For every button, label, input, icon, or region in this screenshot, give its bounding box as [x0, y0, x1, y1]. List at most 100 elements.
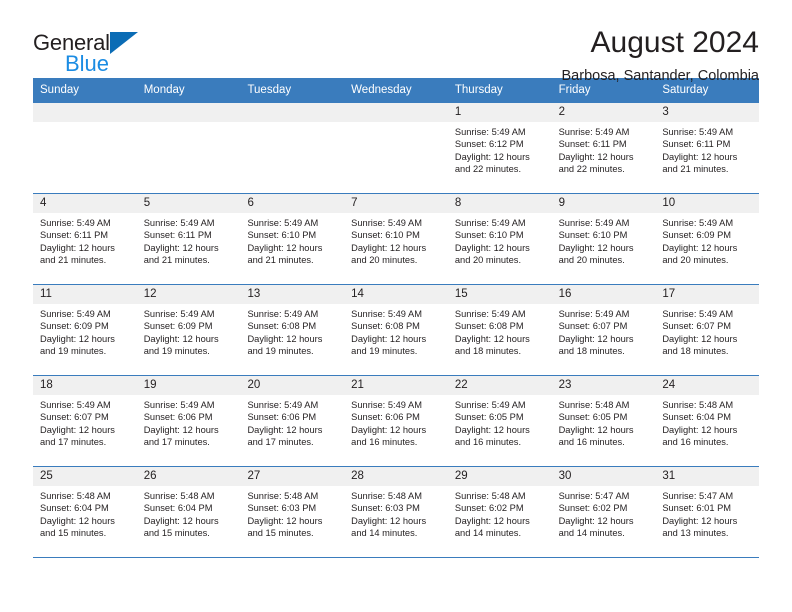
calendar-day-cell[interactable]: 21 Sunrise: 5:49 AM Sunset: 6:06 PM Dayligh…	[344, 376, 448, 466]
calendar-day-cell[interactable]: 17 Sunrise: 5:49 AM Sunset: 6:07 PM Dayligh…	[655, 285, 760, 375]
calendar-day-cell[interactable]: 28 Sunrise: 5:48 AM Sunset: 6:03 PM Dayligh…	[344, 467, 448, 557]
day-sunset-line: Sunset: 6:02 PM	[558, 503, 628, 514]
day-sun-info: Sunrise: 5:48 AM Sunset: 6:04 PM Daylight:…	[33, 486, 137, 540]
calendar-day-cell[interactable]: 19 Sunrise: 5:49 AM Sunset: 6:06 PM Dayligh…	[136, 376, 241, 466]
day-sunset-line: Sunset: 6:04 PM	[143, 503, 213, 514]
day-daylight-line: and 14 minutes.	[558, 528, 625, 539]
day-sunset-line: Sunset: 6:06 PM	[351, 412, 420, 423]
calendar-day-cell[interactable]: 27 Sunrise: 5:48 AM Sunset: 6:03 PM Dayligh…	[240, 467, 345, 557]
day-sun-info: Sunrise: 5:49 AM Sunset: 6:10 PM Daylight:…	[552, 213, 656, 267]
calendar-day-cell[interactable]: 29 Sunrise: 5:48 AM Sunset: 6:02 PM Dayligh…	[447, 467, 552, 557]
day-sunrise-line: Sunrise: 5:49 AM	[662, 127, 734, 137]
calendar-day-cell[interactable]: 14 Sunrise: 5:49 AM Sunset: 6:08 PM Dayligh…	[344, 285, 448, 375]
calendar-day-cell[interactable]: 20 Sunrise: 5:49 AM Sunset: 6:06 PM Dayligh…	[240, 376, 345, 466]
calendar-day-cell[interactable]: 2 Sunrise: 5:49 AM Sunset: 6:11 PM Daylight…	[551, 103, 656, 193]
calendar-day-cell[interactable]: 9 Sunrise: 5:49 AM Sunset: 6:10 PM Daylight…	[551, 194, 656, 284]
day-number: 24	[655, 376, 760, 395]
day-daylight-line: and 21 minutes.	[662, 164, 729, 175]
calendar-day-cell[interactable]: 26 Sunrise: 5:48 AM Sunset: 6:04 PM Dayligh…	[136, 467, 241, 557]
day-sunset-line: Sunset: 6:04 PM	[662, 412, 732, 423]
calendar-day-cell[interactable]: 13 Sunrise: 5:49 AM Sunset: 6:08 PM Dayligh…	[240, 285, 345, 375]
day-daylight-line: Daylight: 12 hours	[454, 515, 530, 526]
calendar-day-cell[interactable]: 16 Sunrise: 5:49 AM Sunset: 6:07 PM Dayligh…	[551, 285, 656, 375]
day-daylight-line: Daylight: 12 hours	[558, 333, 634, 344]
calendar-week-row: 25 Sunrise: 5:48 AM Sunset: 6:04 PM Dayligh…	[33, 466, 760, 557]
general-blue-logo[interactable]: General Blue	[33, 26, 138, 75]
calendar-day-cell[interactable]: 11 Sunrise: 5:49 AM Sunset: 6:09 PM Dayligh…	[33, 285, 137, 375]
calendar-day-cell[interactable]: 15 Sunrise: 5:49 AM Sunset: 6:08 PM Dayligh…	[447, 285, 552, 375]
calendar-day-cell[interactable]: 3 Sunrise: 5:49 AM Sunset: 6:11 PM Daylight…	[655, 103, 760, 193]
day-sunrise-line: Sunrise: 5:49 AM	[454, 218, 526, 228]
calendar-weeks: 1 Sunrise: 5:49 AM Sunset: 6:12 PM Daylight…	[33, 103, 760, 557]
day-daylight-line: and 13 minutes.	[662, 528, 729, 539]
logo-text-blue: Blue	[65, 51, 110, 76]
weekday-header-wednesday: Wednesday	[351, 84, 412, 96]
calendar-day-cell[interactable]: 4 Sunrise: 5:49 AM Sunset: 6:11 PM Daylight…	[33, 194, 137, 284]
day-daylight-line: and 18 minutes.	[558, 346, 625, 357]
day-number: 22	[447, 376, 552, 395]
calendar-day-cell[interactable]: 1 Sunrise: 5:49 AM Sunset: 6:12 PM Daylight…	[447, 103, 552, 193]
day-daylight-line: Daylight: 12 hours	[143, 424, 219, 435]
day-sun-info: Sunrise: 5:49 AM Sunset: 6:11 PM Daylight:…	[33, 213, 137, 267]
calendar-day-cell[interactable]: 30 Sunrise: 5:47 AM Sunset: 6:02 PM Dayligh…	[551, 467, 656, 557]
day-sunrise-line: Sunrise: 5:49 AM	[40, 218, 111, 228]
day-number: 8	[447, 194, 552, 213]
day-daylight-line: Daylight: 12 hours	[40, 424, 115, 435]
day-daylight-line: Daylight: 12 hours	[247, 333, 323, 344]
day-sun-info: Sunrise: 5:49 AM Sunset: 6:09 PM Daylight:…	[655, 213, 759, 267]
day-daylight-line: and 17 minutes.	[247, 437, 314, 448]
day-sunrise-line: Sunrise: 5:49 AM	[143, 218, 215, 228]
day-daylight-line: and 18 minutes.	[454, 346, 522, 357]
day-sun-info: Sunrise: 5:49 AM Sunset: 6:06 PM Daylight:…	[344, 395, 448, 449]
day-sunset-line: Sunset: 6:06 PM	[247, 412, 317, 423]
day-daylight-line: and 14 minutes.	[351, 528, 418, 539]
day-sun-info: Sunrise: 5:49 AM Sunset: 6:07 PM Daylight:…	[33, 395, 137, 449]
calendar-day-cell[interactable]: 8 Sunrise: 5:49 AM Sunset: 6:10 PM Daylight…	[447, 194, 552, 284]
day-sunset-line: Sunset: 6:07 PM	[558, 321, 628, 332]
calendar-day-cell[interactable]: 25 Sunrise: 5:48 AM Sunset: 6:04 PM Dayligh…	[33, 467, 137, 557]
day-daylight-line: and 21 minutes.	[40, 255, 107, 266]
day-sun-info: Sunrise: 5:49 AM Sunset: 6:11 PM Daylight:…	[552, 122, 656, 176]
calendar-day-cell[interactable]: 23 Sunrise: 5:48 AM Sunset: 6:05 PM Dayligh…	[551, 376, 656, 466]
day-number: 19	[136, 376, 241, 395]
day-sun-info: Sunrise: 5:49 AM Sunset: 6:05 PM Daylight:…	[448, 395, 552, 449]
calendar-day-cell[interactable]: 18 Sunrise: 5:49 AM Sunset: 6:07 PM Dayligh…	[33, 376, 137, 466]
day-daylight-line: and 19 minutes.	[351, 346, 418, 357]
logo-triangle-icon	[109, 32, 138, 54]
day-daylight-line: and 14 minutes.	[454, 528, 522, 539]
day-sunset-line: Sunset: 6:11 PM	[662, 139, 731, 150]
day-sunset-line: Sunset: 6:03 PM	[247, 503, 317, 514]
calendar-day-cell[interactable]: 6 Sunrise: 5:49 AM Sunset: 6:10 PM Daylight…	[240, 194, 345, 284]
day-daylight-line: and 19 minutes.	[247, 346, 314, 357]
day-sunset-line: Sunset: 6:05 PM	[558, 412, 628, 423]
calendar-day-cell[interactable]: 24 Sunrise: 5:48 AM Sunset: 6:04 PM Dayligh…	[655, 376, 760, 466]
day-daylight-line: and 15 minutes.	[247, 528, 314, 539]
day-daylight-line: and 19 minutes.	[40, 346, 107, 357]
day-sun-info: Sunrise: 5:49 AM Sunset: 6:10 PM Daylight:…	[344, 213, 448, 267]
day-sun-info: Sunrise: 5:49 AM Sunset: 6:07 PM Daylight:…	[552, 304, 656, 358]
calendar-day-cell[interactable]: 5 Sunrise: 5:49 AM Sunset: 6:11 PM Daylight…	[136, 194, 241, 284]
day-daylight-line: and 22 minutes.	[558, 164, 625, 175]
day-sun-info: Sunrise: 5:49 AM Sunset: 6:11 PM Daylight:…	[655, 122, 759, 176]
calendar-day-cell-empty	[33, 103, 137, 193]
day-sun-info: Sunrise: 5:49 AM Sunset: 6:09 PM Daylight:…	[137, 304, 241, 358]
day-daylight-line: and 16 minutes.	[351, 437, 418, 448]
day-daylight-line: Daylight: 12 hours	[247, 515, 323, 526]
day-number: 4	[33, 194, 137, 213]
calendar-day-cell[interactable]: 10 Sunrise: 5:49 AM Sunset: 6:09 PM Dayligh…	[655, 194, 760, 284]
day-number: 9	[551, 194, 656, 213]
calendar-day-cell[interactable]: 22 Sunrise: 5:49 AM Sunset: 6:05 PM Dayligh…	[447, 376, 552, 466]
page-header: General Blue August 2024 Barbosa, Santan…	[0, 0, 792, 84]
day-number: 14	[344, 285, 448, 304]
day-sunset-line: Sunset: 6:06 PM	[143, 412, 213, 423]
day-number: 13	[240, 285, 345, 304]
day-sunrise-line: Sunrise: 5:48 AM	[247, 491, 319, 501]
calendar-day-cell[interactable]: 31 Sunrise: 5:47 AM Sunset: 6:01 PM Dayligh…	[655, 467, 760, 557]
calendar-week-row: 11 Sunrise: 5:49 AM Sunset: 6:09 PM Dayligh…	[33, 284, 760, 375]
calendar-bottom-rule	[33, 557, 759, 558]
day-daylight-line: Daylight: 12 hours	[351, 242, 427, 253]
calendar-day-cell[interactable]: 12 Sunrise: 5:49 AM Sunset: 6:09 PM Dayligh…	[136, 285, 241, 375]
day-daylight-line: and 15 minutes.	[40, 528, 107, 539]
calendar-day-cell[interactable]: 7 Sunrise: 5:49 AM Sunset: 6:10 PM Daylight…	[344, 194, 448, 284]
day-daylight-line: and 21 minutes.	[247, 255, 314, 266]
